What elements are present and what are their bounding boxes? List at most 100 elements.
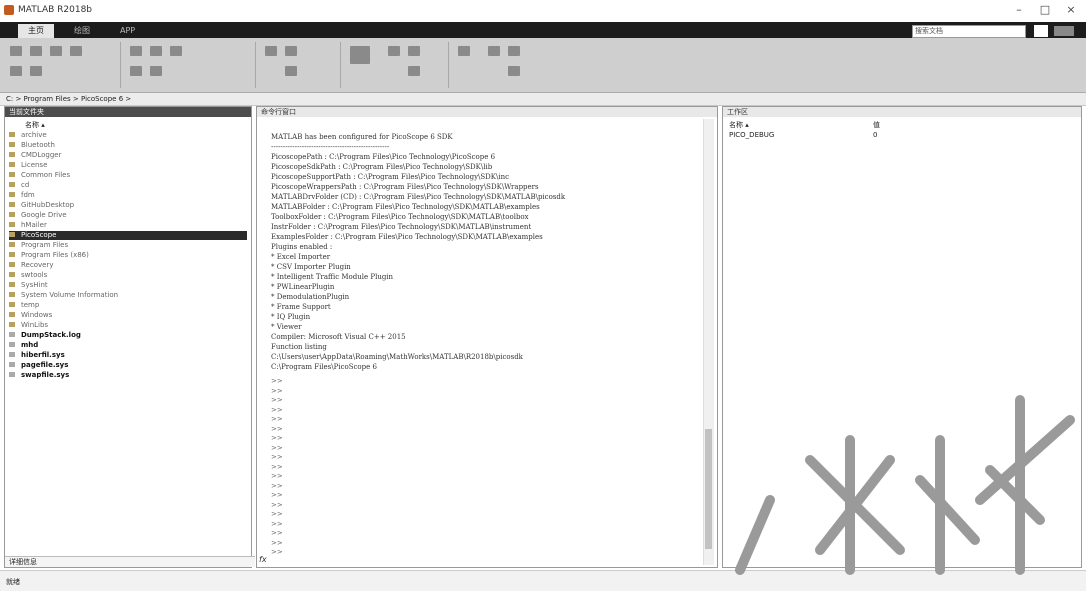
- close-button[interactable]: ×: [1062, 3, 1080, 17]
- item-label: Bluetooth: [21, 141, 55, 149]
- command-output-line: * Excel Importer: [271, 253, 331, 261]
- folder-item[interactable]: GitHubDesktop: [9, 201, 247, 210]
- folder-item[interactable]: Program Files (x86): [9, 251, 247, 260]
- file-item[interactable]: pagefile.sys: [9, 361, 247, 370]
- folder-item[interactable]: Program Files: [9, 241, 247, 250]
- find-files-icon[interactable]: [70, 46, 82, 56]
- save-workspace-icon[interactable]: [150, 46, 162, 56]
- clear-workspace-icon[interactable]: [150, 66, 162, 76]
- request-support-icon[interactable]: [508, 66, 520, 76]
- tab-home[interactable]: 主页: [18, 24, 54, 38]
- command-prompt[interactable]: >>: [271, 434, 283, 442]
- folder-item[interactable]: WinLibs: [9, 321, 247, 330]
- open-variable-icon[interactable]: [130, 66, 142, 76]
- preferences-icon[interactable]: [408, 46, 420, 56]
- file-item[interactable]: DumpStack.log: [9, 331, 247, 340]
- new-icon[interactable]: [30, 46, 42, 56]
- folder-item[interactable]: archive: [9, 131, 247, 140]
- command-prompt[interactable]: >>: [271, 472, 283, 480]
- command-window-panel: 命令行窗口 MATLAB has been configured for Pic…: [256, 106, 718, 568]
- command-prompt[interactable]: >>: [271, 520, 283, 528]
- set-path-icon[interactable]: [408, 66, 420, 76]
- command-prompt[interactable]: >>: [271, 444, 283, 452]
- command-output-line: * CSV Importer Plugin: [271, 263, 351, 271]
- folder-item[interactable]: Common Files: [9, 171, 247, 180]
- value-column-header[interactable]: 值: [873, 120, 880, 130]
- item-label: PicoScope: [21, 231, 57, 239]
- new-script-icon[interactable]: [10, 46, 22, 56]
- tab-apps[interactable]: APP: [110, 24, 145, 38]
- item-label: temp: [21, 301, 40, 309]
- folder-item[interactable]: License: [9, 161, 247, 170]
- folder-item[interactable]: System Volume Information: [9, 291, 247, 300]
- details-bar[interactable]: 详细信息: [5, 556, 255, 567]
- command-prompt[interactable]: >>: [271, 482, 283, 490]
- command-prompt[interactable]: >>: [271, 491, 283, 499]
- search-input[interactable]: 搜索文档: [912, 25, 1026, 38]
- search-icon[interactable]: [1034, 25, 1048, 37]
- help-icon[interactable]: [488, 46, 500, 56]
- command-prompt[interactable]: >>: [271, 548, 283, 556]
- folder-item[interactable]: Bluetooth: [9, 141, 247, 150]
- folder-item[interactable]: Windows: [9, 311, 247, 320]
- file-item[interactable]: hiberfil.sys: [9, 351, 247, 360]
- folder-item[interactable]: cd: [9, 181, 247, 190]
- new-variable-icon[interactable]: [170, 46, 182, 56]
- help-icon[interactable]: [1054, 26, 1074, 36]
- minimize-button[interactable]: –: [1010, 3, 1028, 17]
- run-and-time-icon[interactable]: [285, 66, 297, 76]
- folder-item[interactable]: fdm: [9, 191, 247, 200]
- command-prompt[interactable]: >>: [271, 425, 283, 433]
- folder-item[interactable]: hMailer: [9, 221, 247, 230]
- open-icon[interactable]: [50, 46, 62, 56]
- command-prompt[interactable]: >>: [271, 396, 283, 404]
- folder-item[interactable]: temp: [9, 301, 247, 310]
- command-prompt[interactable]: >>: [271, 463, 283, 471]
- command-scrollbar[interactable]: [703, 119, 714, 565]
- command-prompt[interactable]: >>: [271, 501, 283, 509]
- scrollbar-thumb[interactable]: [705, 429, 712, 549]
- command-prompt[interactable]: >>: [271, 539, 283, 547]
- command-prompt[interactable]: >>: [271, 510, 283, 518]
- import-icon[interactable]: [30, 66, 42, 76]
- command-prompt[interactable]: >>: [271, 415, 283, 423]
- maximize-button[interactable]: □: [1036, 3, 1054, 17]
- folder-icon: [9, 142, 15, 147]
- command-prompt[interactable]: >>: [271, 453, 283, 461]
- command-prompt[interactable]: >>: [271, 387, 283, 395]
- layout-icon[interactable]: [388, 46, 400, 56]
- folder-icon: [9, 162, 15, 167]
- file-item[interactable]: swapfile.sys: [9, 371, 247, 380]
- compare-icon[interactable]: [10, 66, 22, 76]
- import-data-icon[interactable]: [130, 46, 142, 56]
- command-prompt[interactable]: >>: [271, 529, 283, 537]
- item-label: Google Drive: [21, 211, 67, 219]
- community-icon[interactable]: [508, 46, 520, 56]
- address-path[interactable]: C: > Program Files > PicoScope 6 >: [0, 95, 131, 103]
- add-ons-icon[interactable]: [458, 46, 470, 56]
- favorites-icon[interactable]: [265, 46, 277, 56]
- folder-icon: [9, 222, 15, 227]
- name-column-header[interactable]: 名称 ▴: [729, 120, 749, 130]
- folder-item[interactable]: SysHint: [9, 281, 247, 290]
- folder-item[interactable]: Google Drive: [9, 211, 247, 220]
- folder-item[interactable]: swtools: [9, 271, 247, 280]
- analyze-code-icon[interactable]: [285, 46, 297, 56]
- name-column-header[interactable]: 名称 ▴: [25, 120, 45, 130]
- item-label: swtools: [21, 271, 48, 279]
- folder-icon: [9, 252, 15, 257]
- status-text: 就绪: [6, 578, 20, 586]
- file-item[interactable]: mhd: [9, 341, 247, 350]
- command-prompt[interactable]: >>: [271, 406, 283, 414]
- folder-item[interactable]: PicoScope: [9, 231, 247, 240]
- folder-icon: [9, 272, 15, 277]
- folder-item[interactable]: CMDLogger: [9, 151, 247, 160]
- workspace-row[interactable]: PICO_DEBUG 0: [727, 131, 1067, 140]
- simulink-icon[interactable]: [350, 46, 370, 64]
- command-prompt[interactable]: >>: [271, 377, 283, 385]
- tab-plots[interactable]: 绘图: [64, 24, 100, 38]
- command-output-line: ----------------------------------------…: [271, 143, 390, 151]
- folder-item[interactable]: Recovery: [9, 261, 247, 270]
- item-label: Windows: [21, 311, 53, 319]
- current-folder-path[interactable]: C: > Program Files > PicoScope 6 >: [0, 93, 1086, 106]
